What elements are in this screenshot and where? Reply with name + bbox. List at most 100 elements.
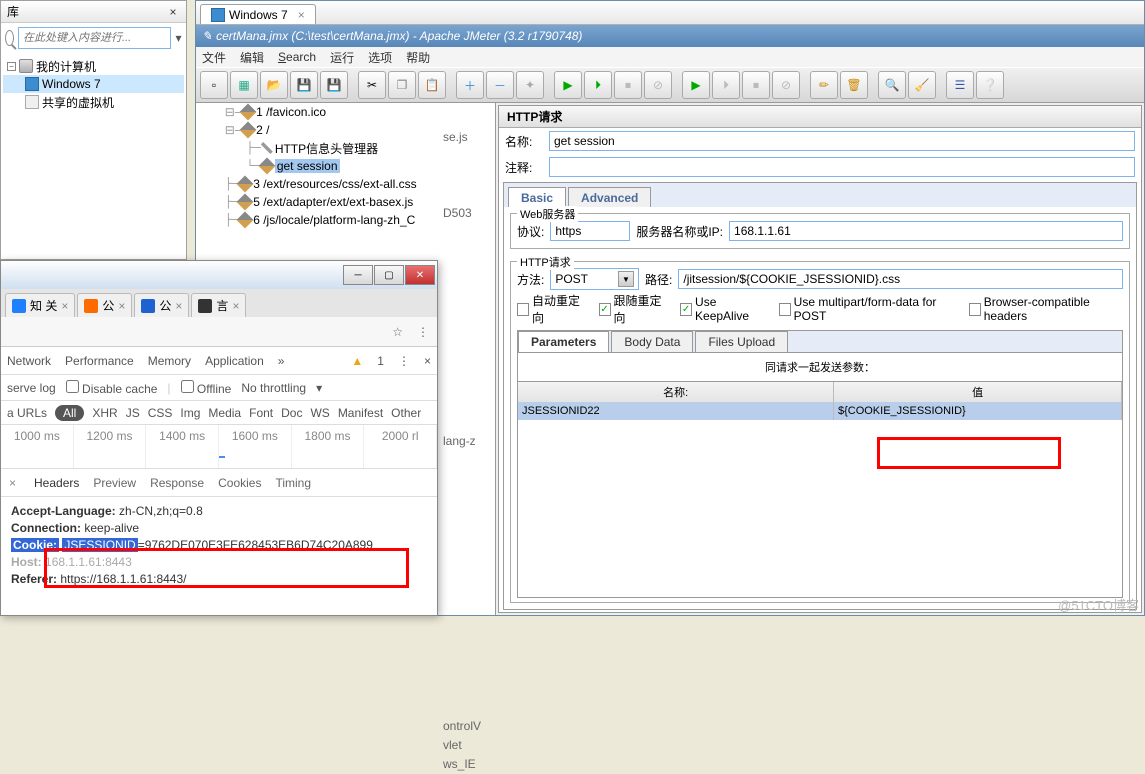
filter-font[interactable]: Font <box>249 406 273 420</box>
menu-edit[interactable]: 编辑 <box>240 49 264 66</box>
disable-cache-cb[interactable] <box>66 380 79 393</box>
redirect-auto-cb[interactable] <box>517 303 529 316</box>
param-value[interactable]: ${COOKIE_JSESSIONID} <box>834 402 1122 420</box>
remote-run[interactable]: ▶ <box>682 71 710 99</box>
run-button[interactable]: ▶ <box>554 71 582 99</box>
more-icon[interactable]: » <box>278 354 285 368</box>
tab-bodydata[interactable]: Body Data <box>611 331 693 352</box>
tree-root[interactable]: −我的计算机 <box>3 57 184 75</box>
browser-tab[interactable]: 公× <box>134 293 189 317</box>
filter-manifest[interactable]: Manifest <box>338 406 383 420</box>
name-field[interactable] <box>549 131 1135 151</box>
menu-run[interactable]: 运行 <box>330 49 354 66</box>
shut-button[interactable]: ⊘ <box>644 71 672 99</box>
close-icon[interactable]: × <box>175 299 182 313</box>
filter-other[interactable]: Other <box>391 406 421 420</box>
clearall-button[interactable]: 🗑 <box>840 71 868 99</box>
collapse-icon[interactable]: − <box>7 62 16 71</box>
search-input[interactable] <box>18 27 171 49</box>
paste-button[interactable]: 📋 <box>418 71 446 99</box>
star-icon[interactable]: ☆ <box>392 325 403 339</box>
run-nto-button[interactable]: ⏵ <box>584 71 612 99</box>
close-icon[interactable]: × <box>232 299 239 313</box>
multipart-cb[interactable] <box>779 303 791 316</box>
filter-img[interactable]: Img <box>180 406 200 420</box>
saveas-button[interactable]: 💾 <box>320 71 348 99</box>
warning-icon[interactable]: ▲ <box>351 354 363 368</box>
browser-tab[interactable]: 言× <box>191 293 246 317</box>
tab-response[interactable]: Response <box>150 476 204 490</box>
menu-file[interactable]: 文件 <box>202 49 226 66</box>
filter-media[interactable]: Media <box>208 406 241 420</box>
tab-preview[interactable]: Preview <box>93 476 136 490</box>
browser-tab[interactable]: 公× <box>77 293 132 317</box>
window-tab[interactable]: Windows 7 × <box>200 4 316 24</box>
close-button[interactable]: ✕ <box>405 265 435 285</box>
close-icon[interactable]: × <box>424 354 431 368</box>
redirect-follow-cb[interactable]: ✓ <box>599 303 611 316</box>
tab-performance[interactable]: Performance <box>65 354 134 368</box>
timeline[interactable]: 1000 ms1200 ms1400 ms1600 ms1800 ms2000 … <box>1 425 437 469</box>
tab-cookies[interactable]: Cookies <box>218 476 261 490</box>
wand-button[interactable]: ✦ <box>516 71 544 99</box>
preserve-log[interactable]: serve log <box>7 381 56 395</box>
tab-headers[interactable]: Headers <box>34 476 79 490</box>
find-button[interactable]: 🔍 <box>878 71 906 99</box>
hide-urls[interactable]: a URLs <box>7 406 47 420</box>
tab-application[interactable]: Application <box>205 354 264 368</box>
table-row[interactable]: JSESSIONID22 ${COOKIE_JSESSIONID} <box>518 402 1122 420</box>
param-name[interactable]: JSESSIONID22 <box>518 402 834 420</box>
help-button[interactable]: ❔ <box>976 71 1004 99</box>
tab-basic[interactable]: Basic <box>508 187 566 207</box>
tree-vm[interactable]: 共享的虚拟机 <box>3 93 184 111</box>
cut-button[interactable]: ✂ <box>358 71 386 99</box>
filter-doc[interactable]: Doc <box>281 406 302 420</box>
close-icon[interactable]: × <box>118 299 125 313</box>
chevron-down-icon[interactable]: ▼ <box>618 271 634 287</box>
menu-search[interactable]: Search <box>278 50 316 64</box>
minimize-button[interactable]: ─ <box>343 265 373 285</box>
method-select[interactable]: POST▼ <box>550 268 639 290</box>
menu-icon[interactable]: ⋮ <box>417 325 429 339</box>
tab-advanced[interactable]: Advanced <box>568 187 651 207</box>
offline-cb[interactable] <box>181 380 194 393</box>
save-button[interactable]: 💾 <box>290 71 318 99</box>
filter-css[interactable]: CSS <box>148 406 173 420</box>
browser-cb[interactable] <box>969 303 981 316</box>
protocol-field[interactable] <box>550 221 630 241</box>
filter-ws[interactable]: WS <box>310 406 329 420</box>
throttling-select[interactable]: No throttling <box>241 381 306 395</box>
browser-tab[interactable]: 知 关× <box>5 293 75 317</box>
tab-network[interactable]: Network <box>7 354 51 368</box>
minus-button[interactable]: － <box>486 71 514 99</box>
chevron-down-icon[interactable]: ▾ <box>316 381 322 395</box>
new-button[interactable]: ▫ <box>200 71 228 99</box>
reset-button[interactable]: 🧹 <box>908 71 936 99</box>
stop-button[interactable]: ⏹ <box>614 71 642 99</box>
remote-shut[interactable]: ⊘ <box>772 71 800 99</box>
tree-item[interactable]: ⊟─1 /favicon.ico <box>196 103 495 121</box>
clear-button[interactable]: ✏ <box>810 71 838 99</box>
plus-button[interactable]: ＋ <box>456 71 484 99</box>
close-icon[interactable]: × <box>9 476 16 490</box>
close-icon[interactable]: × <box>298 8 305 22</box>
remote-stop[interactable]: ⏹ <box>742 71 770 99</box>
menu-icon[interactable]: ⋮ <box>398 354 410 368</box>
copy-button[interactable]: ❐ <box>388 71 416 99</box>
tab-parameters[interactable]: Parameters <box>518 331 609 352</box>
tab-memory[interactable]: Memory <box>148 354 191 368</box>
filter-xhr[interactable]: XHR <box>92 406 117 420</box>
fn-button[interactable]: ☰ <box>946 71 974 99</box>
maximize-button[interactable]: ▢ <box>374 265 404 285</box>
filter-js[interactable]: JS <box>126 406 140 420</box>
path-field[interactable] <box>678 269 1123 289</box>
close-icon[interactable]: × <box>61 299 68 313</box>
tab-filesupload[interactable]: Files Upload <box>695 331 788 352</box>
menu-option[interactable]: 选项 <box>368 49 392 66</box>
tpl-button[interactable]: ▦ <box>230 71 258 99</box>
menu-help[interactable]: 帮助 <box>406 49 430 66</box>
note-field[interactable] <box>549 157 1135 177</box>
remote-run2[interactable]: ⏵ <box>712 71 740 99</box>
chevron-down-icon[interactable]: ▾ <box>175 31 182 45</box>
filter-all[interactable]: All <box>55 405 84 421</box>
